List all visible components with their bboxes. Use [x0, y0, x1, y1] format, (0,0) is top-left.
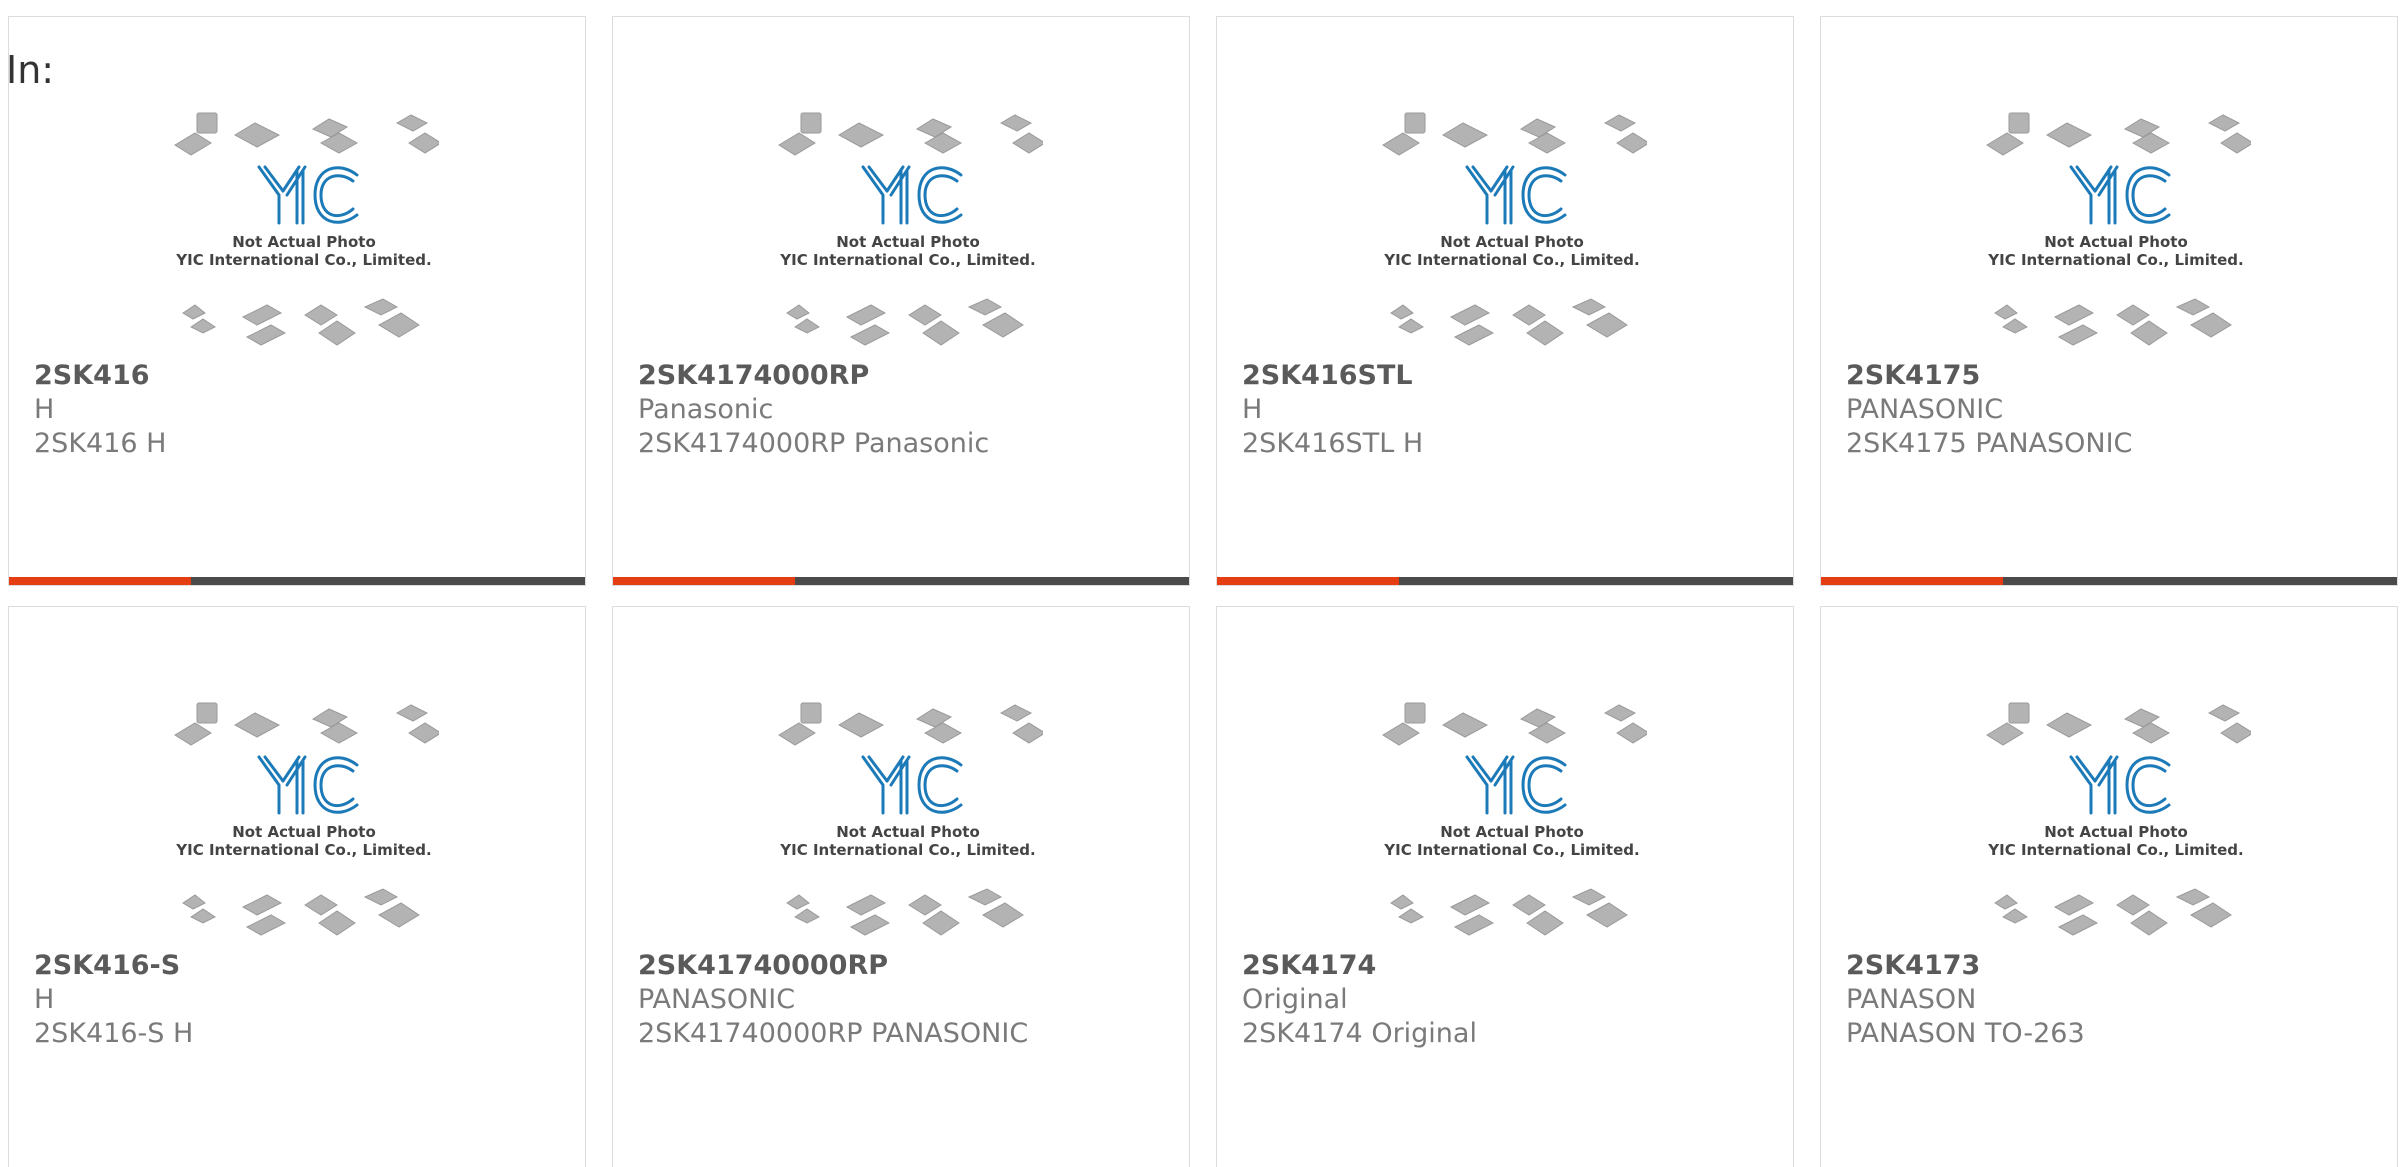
product-card[interactable]: Not Actual Photo YIC International Co., …: [8, 16, 586, 586]
part-number[interactable]: 2SK416STL: [1242, 359, 1772, 393]
chip-icons-bottom: [1994, 298, 2232, 346]
product-card[interactable]: Not Actual Photo YIC International Co., …: [1216, 16, 1794, 586]
product-info: 2SK41740000RP PANASONIC 2SK41740000RP PA…: [638, 949, 1168, 1051]
manufacturer: H: [34, 394, 55, 425]
chip-icons-bottom: [1390, 298, 1628, 346]
product-description: PANASON TO-263: [1846, 1018, 2085, 1049]
product-grid-page: In: Not Actual Photo YIC International C…: [0, 0, 2400, 1167]
product-placeholder-image: Not Actual Photo YIC International Co., …: [174, 112, 439, 346]
card-footer-accent: [1217, 577, 1399, 585]
product-info: 2SK416 H 2SK416 H: [34, 359, 564, 461]
watermark-line1: Not Actual Photo: [2044, 233, 2188, 251]
chip-icons-bottom: [182, 298, 420, 346]
product-info: 2SK4174000RP Panasonic 2SK4174000RP Pana…: [638, 359, 1168, 461]
watermark-line1: Not Actual Photo: [232, 233, 376, 251]
watermark-line2: YIC International Co., Limited.: [779, 841, 1035, 859]
yic-logo-icon: [257, 165, 359, 225]
yic-logo-icon: [257, 755, 359, 815]
card-footer-accent: [1821, 577, 2003, 585]
watermark-line1: Not Actual Photo: [836, 233, 980, 251]
chip-icons-top: [174, 112, 439, 156]
watermark-line1: Not Actual Photo: [1440, 233, 1584, 251]
watermark-line2: YIC International Co., Limited.: [1383, 841, 1639, 859]
product-placeholder-image: Not Actual Photo YIC International Co., …: [174, 702, 439, 936]
chip-icons-bottom: [182, 888, 420, 936]
chip-icons-bottom: [786, 888, 1024, 936]
yic-logo-icon: [1465, 755, 1567, 815]
chip-icons-top: [1986, 702, 2251, 746]
manufacturer: H: [34, 984, 55, 1015]
product-description: 2SK4174 Original: [1242, 1018, 1477, 1049]
yic-logo-icon: [861, 165, 963, 225]
yic-logo-icon: [1465, 165, 1567, 225]
product-description: 2SK416 H: [34, 428, 167, 459]
product-card[interactable]: Not Actual Photo YIC International Co., …: [1820, 606, 2398, 1167]
watermark-line1: Not Actual Photo: [232, 823, 376, 841]
yic-logo-icon: [2069, 165, 2171, 225]
watermark-line2: YIC International Co., Limited.: [1383, 251, 1639, 269]
part-number[interactable]: 2SK416-S: [34, 949, 564, 983]
chip-icons-top: [1382, 112, 1647, 156]
chip-icons-bottom: [786, 298, 1024, 346]
manufacturer: PANASONIC: [1846, 394, 2004, 425]
watermark-line1: Not Actual Photo: [1440, 823, 1584, 841]
in-label: In:: [6, 48, 55, 92]
manufacturer: H: [1242, 394, 1263, 425]
chip-icons-top: [778, 702, 1043, 746]
product-placeholder-image: Not Actual Photo YIC International Co., …: [1382, 702, 1647, 936]
part-number[interactable]: 2SK4175: [1846, 359, 2376, 393]
manufacturer: Panasonic: [638, 394, 774, 425]
card-footer-bar: [613, 577, 1189, 585]
chip-icons-bottom: [1390, 888, 1628, 936]
product-placeholder-image: Not Actual Photo YIC International Co., …: [778, 112, 1043, 346]
product-card[interactable]: Not Actual Photo YIC International Co., …: [8, 606, 586, 1167]
product-info: 2SK416STL H 2SK416STL H: [1242, 359, 1772, 461]
yic-logo-icon: [861, 755, 963, 815]
chip-icons-bottom: [1994, 888, 2232, 936]
part-number[interactable]: 2SK41740000RP: [638, 949, 1168, 983]
product-placeholder-image: Not Actual Photo YIC International Co., …: [778, 702, 1043, 936]
watermark-line2: YIC International Co., Limited.: [779, 251, 1035, 269]
watermark-line2: YIC International Co., Limited.: [1987, 251, 2243, 269]
card-footer-accent: [9, 577, 191, 585]
part-number[interactable]: 2SK4174: [1242, 949, 1772, 983]
product-description: 2SK41740000RP PANASONIC: [638, 1018, 1029, 1049]
chip-icons-top: [778, 112, 1043, 156]
chip-icons-top: [1382, 702, 1647, 746]
product-info: 2SK4174 Original 2SK4174 Original: [1242, 949, 1772, 1051]
product-placeholder-image: Not Actual Photo YIC International Co., …: [1382, 112, 1647, 346]
product-info: 2SK416-S H 2SK416-S H: [34, 949, 564, 1051]
product-card[interactable]: Not Actual Photo YIC International Co., …: [612, 16, 1190, 586]
chip-icons-top: [174, 702, 439, 746]
product-info: 2SK4175 PANASONIC 2SK4175 PANASONIC: [1846, 359, 2376, 461]
product-description: 2SK416STL H: [1242, 428, 1424, 459]
product-card[interactable]: Not Actual Photo YIC International Co., …: [1216, 606, 1794, 1167]
card-footer-bar: [9, 577, 585, 585]
part-number[interactable]: 2SK4173: [1846, 949, 2376, 983]
watermark-line2: YIC International Co., Limited.: [1987, 841, 2243, 859]
product-placeholder-image: Not Actual Photo YIC International Co., …: [1986, 112, 2251, 346]
product-card[interactable]: Not Actual Photo YIC International Co., …: [612, 606, 1190, 1167]
manufacturer: PANASON: [1846, 984, 1977, 1015]
watermark-line1: Not Actual Photo: [836, 823, 980, 841]
watermark-line2: YIC International Co., Limited.: [175, 251, 431, 269]
product-info: 2SK4173 PANASON PANASON TO-263: [1846, 949, 2376, 1051]
product-card[interactable]: Not Actual Photo YIC International Co., …: [1820, 16, 2398, 586]
product-description: 2SK4174000RP Panasonic: [638, 428, 990, 459]
part-number[interactable]: 2SK4174000RP: [638, 359, 1168, 393]
watermark-line2: YIC International Co., Limited.: [175, 841, 431, 859]
manufacturer: PANASONIC: [638, 984, 796, 1015]
yic-logo-icon: [2069, 755, 2171, 815]
card-footer-bar: [1217, 577, 1793, 585]
product-description: 2SK416-S H: [34, 1018, 194, 1049]
manufacturer: Original: [1242, 984, 1348, 1015]
chip-icons-top: [1986, 112, 2251, 156]
part-number[interactable]: 2SK416: [34, 359, 564, 393]
product-placeholder-image: Not Actual Photo YIC International Co., …: [1986, 702, 2251, 936]
card-footer-bar: [1821, 577, 2397, 585]
product-description: 2SK4175 PANASONIC: [1846, 428, 2133, 459]
card-footer-accent: [613, 577, 795, 585]
watermark-line1: Not Actual Photo: [2044, 823, 2188, 841]
